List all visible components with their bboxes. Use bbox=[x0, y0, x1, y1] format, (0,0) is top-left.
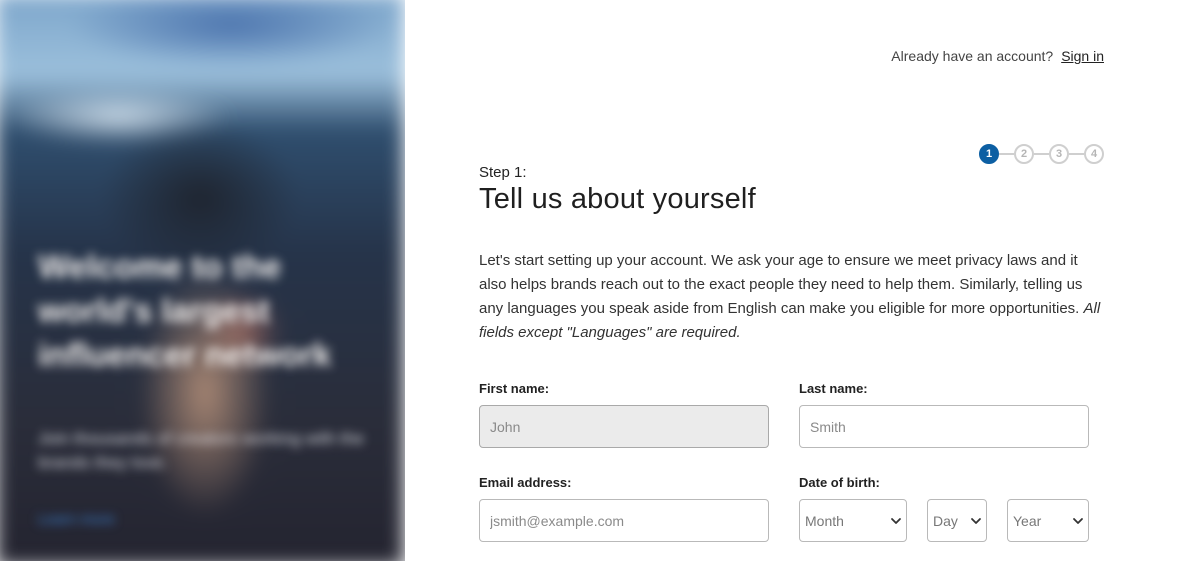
hero-text-block: Welcome to the world's largest influence… bbox=[38, 245, 368, 528]
step-label: Step 1: bbox=[479, 164, 527, 181]
signin-prompt: Already have an account? Sign in bbox=[891, 48, 1104, 64]
day-select-value: Day bbox=[933, 512, 958, 529]
year-select[interactable]: Year bbox=[1007, 499, 1089, 542]
month-select-value: Month bbox=[805, 512, 844, 529]
page-title: Tell us about yourself bbox=[479, 183, 756, 215]
signup-page: Welcome to the world's largest influence… bbox=[0, 0, 1200, 561]
date-of-birth-selects: Month Day Year bbox=[799, 499, 1089, 542]
intro-text: Let's start setting up your account. We … bbox=[479, 252, 1083, 317]
step-indicator-1: 1 bbox=[979, 144, 999, 164]
month-select[interactable]: Month bbox=[799, 499, 907, 542]
step-indicator-2: 2 bbox=[1014, 144, 1034, 164]
last-name-input[interactable] bbox=[799, 405, 1089, 448]
day-select[interactable]: Day bbox=[927, 499, 987, 542]
hero-link[interactable]: Learn more bbox=[38, 511, 368, 528]
date-of-birth-field: Date of birth: Month Day Year bbox=[799, 475, 1089, 542]
signin-link[interactable]: Sign in bbox=[1061, 48, 1104, 64]
year-select-value: Year bbox=[1013, 512, 1042, 529]
step-connector bbox=[1034, 153, 1049, 155]
chevron-down-icon bbox=[1073, 517, 1083, 524]
first-name-input[interactable] bbox=[479, 405, 769, 448]
email-field: Email address: bbox=[479, 475, 769, 542]
email-label: Email address: bbox=[479, 475, 572, 490]
step-indicator-4: 4 bbox=[1084, 144, 1104, 164]
chevron-down-icon bbox=[891, 517, 901, 524]
first-name-label: First name: bbox=[479, 381, 550, 396]
hero-headline: Welcome to the world's largest influence… bbox=[38, 248, 332, 373]
first-name-field: First name: bbox=[479, 381, 769, 448]
email-input[interactable] bbox=[479, 499, 769, 542]
hero-subtext: Join thousands of creators working with … bbox=[38, 429, 365, 472]
step-connector bbox=[1069, 153, 1084, 155]
step-indicator-3: 3 bbox=[1049, 144, 1069, 164]
last-name-field: Last name: bbox=[799, 381, 1089, 448]
intro-paragraph: Let's start setting up your account. We … bbox=[479, 249, 1104, 345]
signin-prompt-text: Already have an account? bbox=[891, 48, 1054, 64]
progress-stepper: 1 2 3 4 bbox=[979, 144, 1104, 164]
step-connector bbox=[999, 153, 1014, 155]
chevron-down-icon bbox=[971, 517, 981, 524]
last-name-label: Last name: bbox=[799, 381, 868, 396]
hero-panel: Welcome to the world's largest influence… bbox=[0, 0, 405, 561]
date-of-birth-label: Date of birth: bbox=[799, 475, 880, 490]
